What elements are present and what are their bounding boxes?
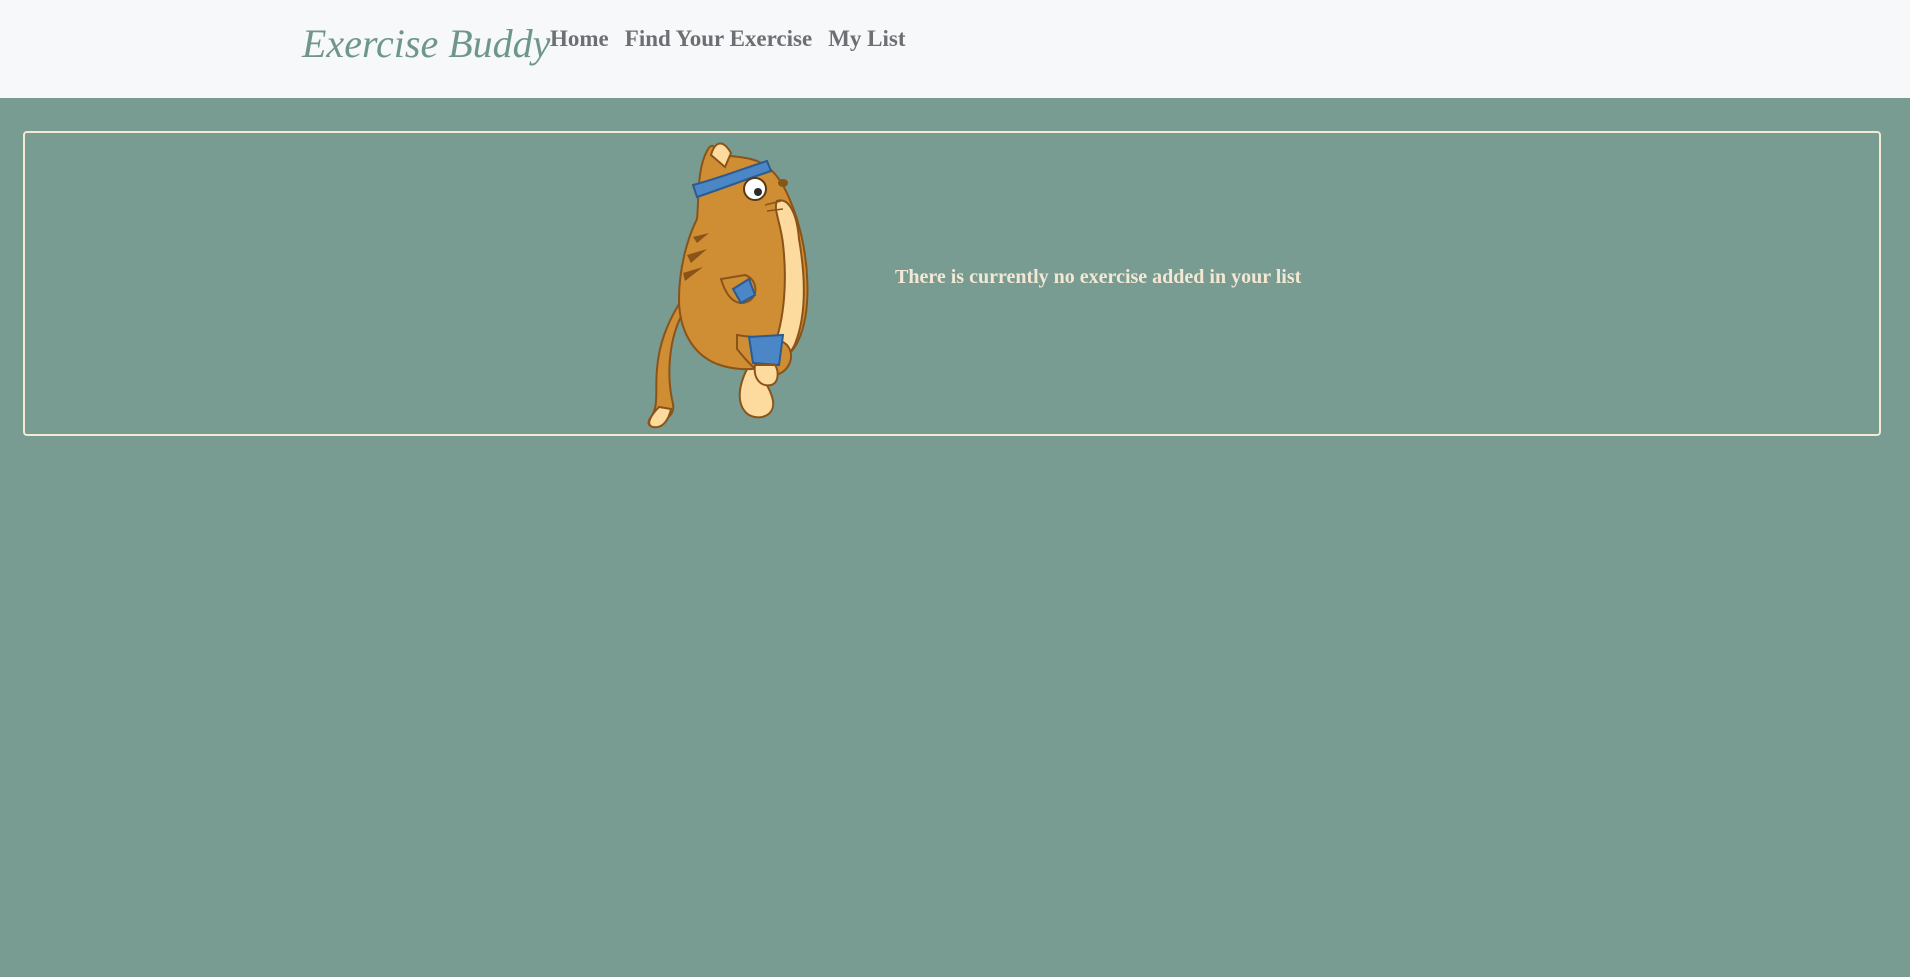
nav-link-home[interactable]: Home	[550, 26, 609, 52]
brand-logo-link[interactable]: Exercise Buddy	[302, 20, 550, 67]
nav-link-my-list[interactable]: My List	[828, 26, 905, 52]
nav-link-find-exercise[interactable]: Find Your Exercise	[625, 26, 812, 52]
empty-list-card: There is currently no exercise added in …	[23, 131, 1881, 436]
top-navbar: Exercise Buddy Home Find Your Exercise M…	[0, 0, 1910, 98]
empty-list-message: There is currently no exercise added in …	[895, 266, 1302, 288]
exercising-cat-illustration	[647, 142, 809, 429]
nav-links: Home Find Your Exercise My List	[550, 26, 906, 52]
